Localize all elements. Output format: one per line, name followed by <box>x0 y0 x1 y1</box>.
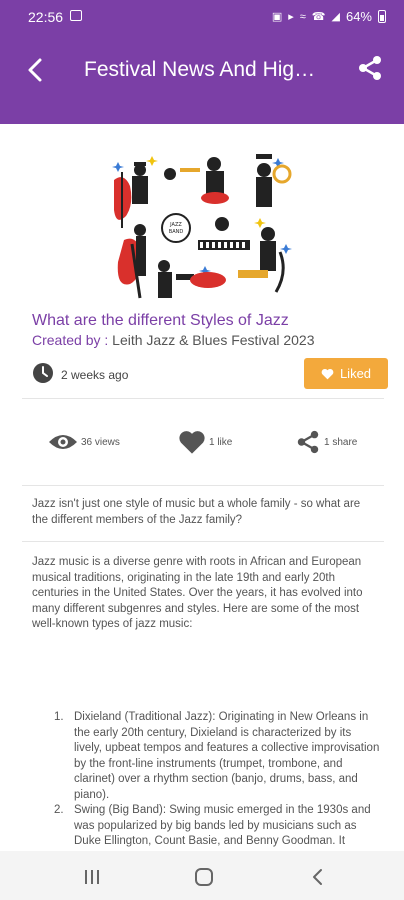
back-nav-icon[interactable] <box>308 868 328 886</box>
divider <box>22 541 384 542</box>
home-icon[interactable] <box>194 868 214 886</box>
mute-icon: ▸ <box>288 11 294 23</box>
liked-button[interactable]: Liked <box>304 358 388 389</box>
lock-icon: ▣ <box>271 11 283 23</box>
views-count: 36 views <box>81 436 120 448</box>
eye-icon <box>49 435 77 449</box>
shares-count: 1 share <box>324 436 358 448</box>
wifi-icon: ≈ <box>299 10 306 23</box>
body-paragraph: Jazz music is a diverse genre with roots… <box>32 556 363 630</box>
status-bar: 22:56 ▣ ▸ ≈ ☎ ◢ 64% <box>0 0 404 34</box>
post-age: 2 weeks ago <box>61 368 129 382</box>
battery-icon <box>378 10 386 23</box>
back-arrow-icon[interactable] <box>22 56 50 84</box>
post-creator-line: Created by : Leith Jazz & Blues Festival… <box>32 332 315 348</box>
divider <box>22 485 384 486</box>
views-stat: 36 views <box>48 428 120 456</box>
jazz-band-illustration: JAZZ BAND <box>110 148 294 300</box>
divider <box>22 398 384 399</box>
clock-icon <box>33 363 53 383</box>
page-title: Festival News And Highlights <box>84 58 322 81</box>
creator-name: Leith Jazz & Blues Festival 2023 <box>112 332 315 348</box>
system-nav-bar <box>0 851 404 900</box>
app-bar: Festival News And Highlights <box>0 34 404 124</box>
battery-level: 64% <box>345 9 372 24</box>
share-icon <box>297 430 319 454</box>
list-number: 1. <box>54 711 64 723</box>
intro-text: Jazz isn't just one style of music but a… <box>32 498 361 526</box>
share-icon[interactable] <box>356 54 384 82</box>
likes-count: 1 like <box>209 436 233 448</box>
list-item: 1. Dixieland (Traditional Jazz): Origina… <box>54 710 380 803</box>
status-time: 22:56 <box>28 9 64 25</box>
call-icon: ☎ <box>311 11 326 23</box>
heart-icon <box>179 431 205 454</box>
jazz-styles-list: 1. Dixieland (Traditional Jazz): Origina… <box>54 710 380 865</box>
signal-icon: ◢ <box>331 11 340 23</box>
created-by-label: Created by : <box>32 332 113 348</box>
post-title: What are the different Styles of Jazz <box>32 312 289 329</box>
status-icons: ▣ ▸ ≈ ☎ ◢ 64% <box>272 9 386 24</box>
svg-text:BAND: BAND <box>169 229 184 235</box>
liked-label: Liked <box>339 366 372 381</box>
recent-apps-icon[interactable] <box>82 868 102 886</box>
gallery-icon <box>70 10 82 21</box>
svg-text:JAZZ: JAZZ <box>169 222 182 228</box>
list-item-text: Dixieland (Traditional Jazz): Originatin… <box>74 711 380 801</box>
heart-icon <box>321 368 334 379</box>
shares-stat[interactable]: 1 share <box>295 428 357 456</box>
list-number: 2. <box>54 804 64 816</box>
likes-stat[interactable]: 1 like <box>178 428 232 456</box>
